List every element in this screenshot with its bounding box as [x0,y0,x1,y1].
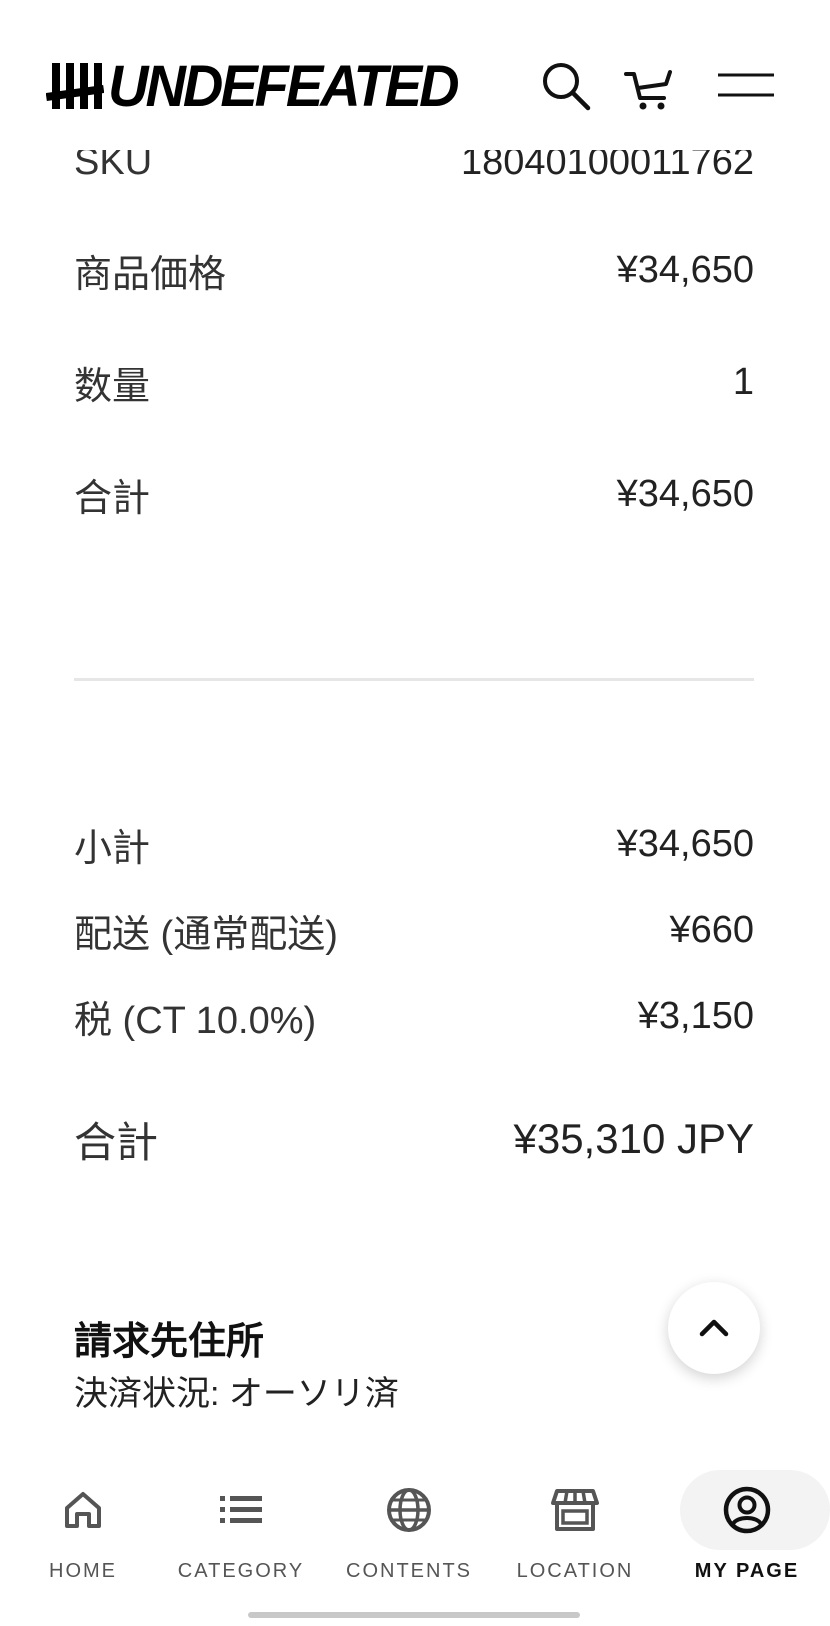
subtotal-label: 小計 [74,827,151,870]
item-total-value: ¥34,650 [616,472,754,515]
tax-label: 税 (CT 10.0%) [74,999,317,1042]
payment-status: 決済状況: オーソリ済 [74,1375,399,1413]
nav-home-label: HOME [49,1560,117,1582]
subtotal-value: ¥34,650 [616,822,754,865]
nav-contents-label: CONTENTS [346,1560,472,1582]
quantity-value: 1 [732,360,754,403]
globe-icon [387,1488,431,1532]
price-value: ¥34,650 [616,248,754,291]
nav-my-page-label: MY PAGE [694,1560,800,1582]
subtotal-row: 小計 ¥34,650 [74,822,754,870]
tax-value: ¥3,150 [637,994,754,1037]
nav-contents[interactable]: CONTENTS [326,1460,492,1590]
nav-location[interactable]: LOCATION [492,1460,658,1590]
price-row: 商品価格 ¥34,650 [74,248,754,296]
cart-icon[interactable] [622,58,678,114]
order-detail-page: SKU 18040100011762 商品価格 ¥34,650 数量 1 合計 … [0,0,830,1626]
home-icon [65,1492,101,1528]
nav-location-label: LOCATION [516,1560,634,1582]
account-circle-icon [723,1486,771,1534]
bottom-navigation: HOME CATEGORY CONTENTS LOCATION MY PAGE [0,1460,830,1626]
grand-total-label: 合計 [74,1118,159,1166]
home-indicator [248,1612,580,1618]
search-icon[interactable] [538,58,594,114]
brand-logo[interactable]: UNDEFEATED [46,52,460,119]
menu-icon[interactable] [716,58,774,114]
divider [74,678,754,681]
shipping-value: ¥660 [669,908,754,951]
nav-category[interactable]: CATEGORY [158,1460,324,1590]
quantity-row: 数量 1 [74,360,754,408]
nav-my-page[interactable]: MY PAGE [664,1460,830,1590]
app-header: UNDEFEATED [0,0,830,150]
tax-row: 税 (CT 10.0%) ¥3,150 [74,994,754,1042]
quantity-label: 数量 [74,365,151,408]
item-total-row: 合計 ¥34,650 [74,472,754,520]
brand-name: UNDEFEATED [108,52,460,119]
grand-total-row: 合計 ¥35,310 JPY [74,1114,754,1166]
chevron-up-icon [699,1319,729,1337]
item-total-label: 合計 [74,477,151,520]
nav-category-label: CATEGORY [177,1560,305,1582]
scroll-to-top-button[interactable] [668,1282,760,1374]
brand-mark-icon [46,63,104,109]
shipping-label: 配送 (通常配送) [74,913,338,956]
grand-total-value: ¥35,310 JPY [513,1115,754,1162]
billing-address-title: 請求先住所 [74,1321,265,1363]
list-icon [220,1496,262,1523]
price-label: 商品価格 [74,253,227,296]
store-icon [551,1489,599,1531]
shipping-row: 配送 (通常配送) ¥660 [74,908,754,956]
nav-home[interactable]: HOME [0,1460,166,1590]
